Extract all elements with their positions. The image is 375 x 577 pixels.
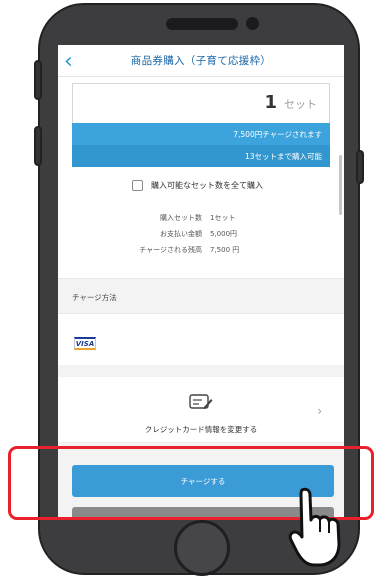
quantity-unit: セット [284, 98, 317, 111]
charge-method-header: チャージ方法 [58, 278, 344, 314]
charge-amount-info: 7,500円チャージされます [72, 123, 330, 145]
max-sets-text: 13セットまで購入可能 [244, 151, 322, 161]
charge-amount-text: 7,500円チャージされます [233, 129, 322, 139]
summary-row: 購入セット数 1セット [118, 210, 239, 226]
page-title: 商品券購入（子育て応援枠） [130, 55, 272, 67]
home-button[interactable] [174, 520, 230, 576]
credit-card-edit-icon [189, 394, 213, 409]
side-button-left-top [34, 60, 42, 100]
visa-card-icon: VISA [74, 337, 96, 350]
chevron-right-icon: › [317, 404, 322, 418]
scrollbar[interactable] [339, 155, 342, 215]
pointing-hand-icon [288, 487, 341, 567]
change-card-button[interactable]: クレジットカード情報を変更する › [58, 377, 344, 443]
buy-all-label: 購入可能なセット数を全て購入 [151, 181, 263, 190]
quantity-field[interactable]: 1 セット [72, 83, 330, 123]
charge-method-title: チャージ方法 [72, 293, 117, 302]
section-divider [58, 365, 344, 377]
max-sets-info: 13セットまで購入可能 [72, 145, 330, 167]
navigation-bar: ‹ 商品券購入（子育て応援枠） [58, 45, 344, 77]
purchase-summary: 購入セット数 1セット お支払い金額 5,000円 チャージされる残高 7,50… [118, 210, 239, 258]
side-button-right [356, 150, 364, 184]
summary-label: 購入セット数 [160, 214, 202, 222]
front-camera [246, 17, 259, 30]
summary-value: 5,000円 [210, 230, 238, 238]
back-chevron-icon[interactable]: ‹ [64, 49, 73, 74]
side-button-left-bottom [34, 126, 42, 166]
buy-all-checkbox[interactable] [132, 180, 143, 191]
summary-value: 7,500 円 [210, 246, 240, 254]
quantity-value: 1 [264, 92, 277, 113]
summary-label: チャージされる残高 [139, 246, 202, 254]
summary-row: お支払い金額 5,000円 [118, 226, 239, 242]
summary-label: お支払い金額 [160, 230, 202, 238]
speaker-grille [166, 18, 238, 30]
summary-value: 1セット [210, 214, 236, 222]
buy-all-option[interactable]: 購入可能なセット数を全て購入 [132, 180, 263, 191]
summary-row: チャージされる残高 7,500 円 [118, 242, 239, 258]
change-card-label: クレジットカード情報を変更する [144, 425, 258, 434]
